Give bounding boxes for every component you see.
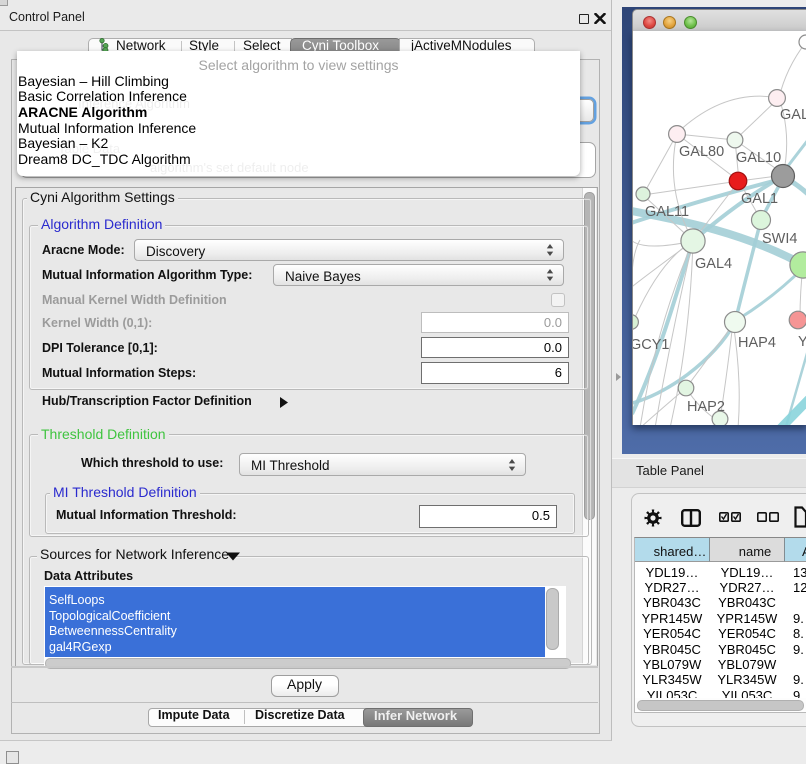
svg-text:HAP4: HAP4 (738, 335, 776, 351)
svg-text:GAL10: GAL10 (736, 150, 781, 166)
svg-text:GCY1: GCY1 (633, 337, 670, 353)
svg-text:GAL1: GAL1 (741, 191, 778, 207)
svg-text:GAL80: GAL80 (679, 144, 724, 160)
svg-text:GAL4: GAL4 (695, 256, 732, 272)
svg-text:GAL11: GAL11 (645, 204, 689, 220)
svg-text:GAL7: GAL7 (780, 107, 806, 123)
svg-text:HAP2: HAP2 (687, 399, 725, 415)
svg-text:SWI4: SWI4 (762, 231, 797, 247)
svg-text:Y: Y (798, 334, 806, 350)
